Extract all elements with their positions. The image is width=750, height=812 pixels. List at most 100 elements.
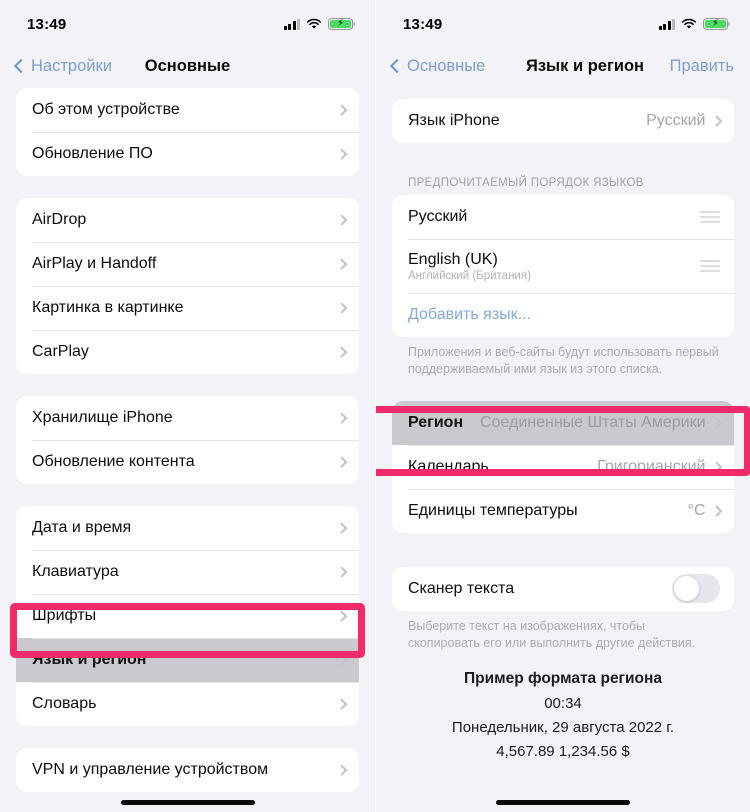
- settings-list-left[interactable]: Об этом устройстве Обновление ПО AirDrop…: [0, 88, 375, 812]
- row-label: Картинка в картинке: [32, 299, 184, 316]
- row-label: Русский: [408, 208, 468, 225]
- row-label: Клавиатура: [32, 563, 119, 580]
- row-label: Словарь: [32, 695, 97, 712]
- chevron-right-icon: [335, 214, 347, 226]
- group-localization: Дата и время Клавиатура Шрифты Язык и ре…: [16, 506, 359, 726]
- chevron-right-icon: [335, 346, 347, 358]
- nav-bar-left: Настройки Основные: [0, 44, 375, 88]
- sidebar-item-picture-in-picture[interactable]: Картинка в картинке: [16, 286, 359, 330]
- chevron-right-icon: [335, 412, 347, 424]
- toggle-knob: [673, 575, 700, 602]
- sidebar-item-about[interactable]: Об этом устройстве: [16, 88, 359, 132]
- group-storage: Хранилище iPhone Обновление контента: [16, 396, 359, 484]
- chevron-right-icon: [335, 258, 347, 270]
- reorder-handle-icon[interactable]: [700, 259, 720, 273]
- sample-date: Понедельник, 29 августа 2022 г.: [451, 719, 675, 736]
- footnote-preferred-order: Приложения и веб-сайты будут использоват…: [408, 345, 719, 377]
- home-indicator: [120, 800, 255, 805]
- wifi-icon: [681, 18, 697, 29]
- row-label: VPN и управление устройством: [32, 761, 269, 778]
- sidebar-item-airplay-handoff[interactable]: AirPlay и Handoff: [16, 242, 359, 286]
- sidebar-item-background-refresh[interactable]: Обновление контента: [16, 440, 359, 484]
- row-label: Хранилище iPhone: [32, 409, 173, 426]
- row-value: Соединенные Штаты Америки: [480, 413, 706, 431]
- row-label: Календарь: [408, 457, 489, 475]
- row-region[interactable]: Регион Соединенные Штаты Америки: [392, 400, 734, 445]
- back-button-general[interactable]: Основные: [389, 56, 486, 76]
- row-label: Обновление контента: [32, 453, 195, 470]
- row-label: AirDrop: [32, 211, 87, 228]
- chevron-right-icon: [335, 148, 347, 160]
- row-label: Шрифты: [32, 607, 97, 624]
- row-language-english-uk[interactable]: English (UK) Английский (Британия): [392, 239, 734, 293]
- row-temperature-units[interactable]: Единицы температуры °C: [392, 488, 734, 533]
- sample-numbers: 4,567.89 1,234.56 $: [496, 743, 630, 760]
- sidebar-item-vpn-device-management[interactable]: VPN и управление устройством: [16, 748, 359, 792]
- chevron-right-icon: [710, 505, 722, 516]
- chevron-right-icon: [335, 654, 347, 666]
- chevron-right-icon: [335, 698, 347, 710]
- chevron-right-icon: [710, 461, 722, 472]
- chevron-right-icon: [335, 522, 347, 534]
- row-label: Добавить язык...: [408, 306, 531, 323]
- chevron-right-icon: [710, 115, 722, 127]
- chevron-left-icon: [389, 58, 405, 74]
- group-connectivity: AirDrop AirPlay и Handoff Картинка в кар…: [16, 198, 359, 374]
- sidebar-item-carplay[interactable]: CarPlay: [16, 330, 359, 374]
- sidebar-item-keyboard[interactable]: Клавиатура: [16, 550, 359, 594]
- section-header-preferred-order: ПРЕДПОЧИТАЕМЫЙ ПОРЯДОК ЯЗЫКОВ: [408, 177, 644, 189]
- wifi-icon: [306, 18, 322, 29]
- chevron-right-icon: [335, 104, 347, 116]
- sidebar-item-airdrop[interactable]: AirDrop: [16, 198, 359, 242]
- status-icons: ⚡: [658, 14, 731, 30]
- text-scanner-toggle[interactable]: [672, 574, 720, 603]
- row-sublabel: Английский (Британия): [408, 269, 531, 282]
- row-label: Единицы температуры: [408, 501, 578, 519]
- status-time: 13:49: [403, 15, 443, 33]
- left-phone-screen: 13:49 ⚡ Настройки Основные Об этом устро…: [0, 0, 375, 812]
- row-label: AirPlay и Handoff: [32, 255, 157, 272]
- footnote-text-scanner: Выберите текст на изображениях, чтобы ск…: [408, 618, 696, 650]
- status-time: 13:49: [27, 15, 67, 33]
- status-bar-left: 13:49 ⚡: [0, 0, 375, 44]
- row-value: Русский: [646, 112, 706, 129]
- home-indicator: [496, 800, 630, 805]
- region-format-sample: Пример формата региона 00:34 Понедельник…: [392, 652, 734, 760]
- reorder-handle-icon[interactable]: [700, 210, 720, 224]
- row-calendar[interactable]: Календарь Григорианский: [392, 444, 734, 489]
- sidebar-item-software-update[interactable]: Обновление ПО: [16, 132, 359, 176]
- chevron-right-icon: [335, 566, 347, 578]
- row-add-language[interactable]: Добавить язык...: [392, 293, 734, 337]
- row-label: Обновление ПО: [32, 145, 153, 162]
- status-icons: ⚡: [283, 14, 356, 30]
- row-label: Язык iPhone: [408, 112, 500, 129]
- right-phone-screen: 13:49 ⚡ Основные Язык и регион Править Я…: [375, 0, 750, 812]
- row-language-russian[interactable]: Русский: [392, 195, 734, 239]
- row-label: Регион: [408, 413, 464, 431]
- nav-bar-right: Основные Язык и регион Править: [376, 44, 750, 88]
- edit-button[interactable]: Править: [670, 57, 734, 76]
- sidebar-item-iphone-storage[interactable]: Хранилище iPhone: [16, 396, 359, 440]
- chevron-right-icon: [335, 456, 347, 468]
- sidebar-item-dictionary[interactable]: Словарь: [16, 682, 359, 726]
- chevron-left-icon: [13, 58, 29, 74]
- battery-charging-icon: ⚡: [703, 18, 731, 30]
- row-label: Сканер текста: [408, 579, 515, 597]
- sidebar-item-fonts[interactable]: Шрифты: [16, 594, 359, 638]
- cellular-bars-icon: [283, 18, 300, 30]
- sample-title: Пример формата региона: [463, 670, 662, 687]
- row-label: Язык и регион: [32, 651, 147, 668]
- back-button-label: Основные: [407, 56, 486, 75]
- row-label: Об этом устройстве: [32, 101, 180, 118]
- sidebar-item-date-time[interactable]: Дата и время: [16, 506, 359, 550]
- sample-time: 00:34: [544, 695, 582, 712]
- sidebar-item-language-region[interactable]: Язык и регион: [16, 638, 359, 682]
- group-text-scanner: Сканер текста: [392, 566, 734, 611]
- back-button-settings[interactable]: Настройки: [13, 57, 112, 76]
- language-region-list[interactable]: Язык iPhone Русский ПРЕДПОЧИТАЕМЫЙ ПОРЯД…: [376, 88, 750, 812]
- row-label: Дата и время: [32, 519, 132, 536]
- group-iphone-language: Язык iPhone Русский: [392, 99, 734, 143]
- chevron-right-icon: [335, 302, 347, 314]
- row-iphone-language[interactable]: Язык iPhone Русский: [392, 99, 734, 143]
- row-text-scanner[interactable]: Сканер текста: [392, 566, 734, 611]
